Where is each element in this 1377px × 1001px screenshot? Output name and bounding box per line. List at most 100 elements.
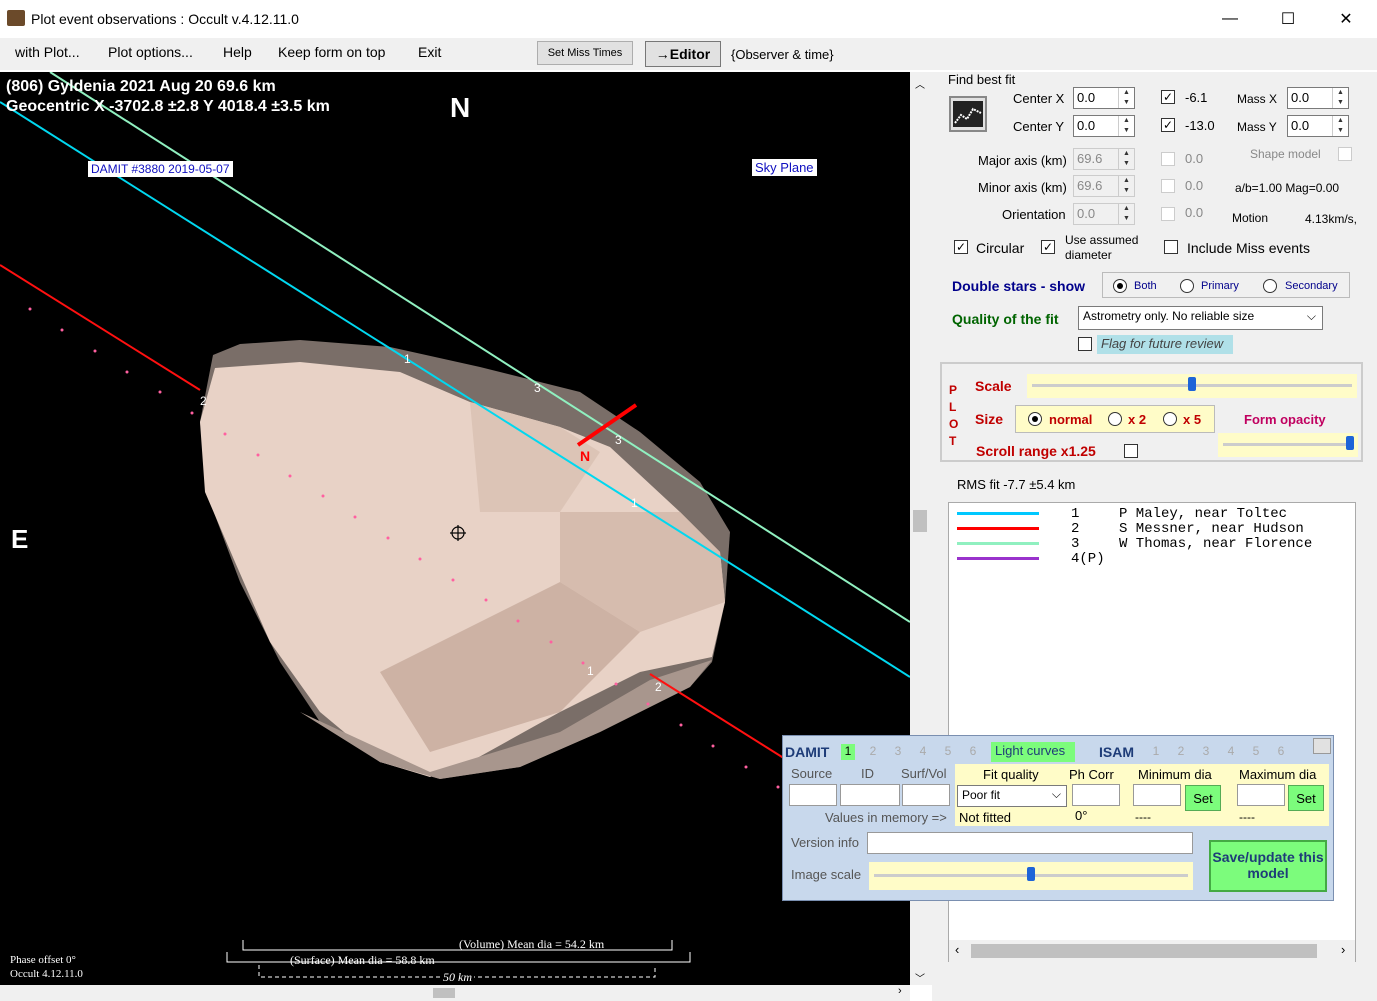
minimize-button[interactable]: — xyxy=(1201,0,1259,38)
major-axis-checkbox[interactable] xyxy=(1161,152,1175,166)
isam-model-1[interactable]: 1 xyxy=(1149,744,1163,760)
plot-panel: PLOT Scale Size normal x 2 x 5 Form opac… xyxy=(940,362,1363,462)
chord-label: 2 xyxy=(200,394,207,408)
ph-corr-value: 0° xyxy=(1075,808,1088,823)
version-info-field[interactable] xyxy=(867,832,1193,854)
shape-model-checkbox[interactable] xyxy=(1338,147,1352,161)
orientation-input[interactable]: 0.0 ▲ ▼ xyxy=(1073,203,1135,225)
source-field[interactable] xyxy=(789,784,837,806)
legend-scroll-thumb[interactable] xyxy=(971,944,1317,958)
include-miss-checkbox[interactable] xyxy=(1164,240,1178,254)
isam-model-5[interactable]: 5 xyxy=(1249,744,1263,760)
min-dia-value: ---- xyxy=(1135,810,1151,824)
scroll-right-icon[interactable]: › xyxy=(1341,942,1345,957)
double-stars-label: Double stars - show xyxy=(952,278,1086,294)
major-axis-input[interactable]: 69.6 ▲ ▼ xyxy=(1073,148,1135,170)
chord-label: 3 xyxy=(534,381,541,395)
set-max-dia-button[interactable]: Set xyxy=(1288,785,1324,811)
isam-model-6[interactable]: 6 xyxy=(1274,744,1288,760)
scroll-left-icon[interactable]: ‹ xyxy=(955,942,959,957)
center-x-input[interactable]: 0.0 ▲ ▼ xyxy=(1073,87,1135,109)
double-both-radio[interactable] xyxy=(1113,279,1127,293)
observer-time-link[interactable]: {Observer & time} xyxy=(731,47,834,62)
scroll-right-icon[interactable]: › xyxy=(898,985,902,997)
flag-review-checkbox[interactable] xyxy=(1078,337,1092,351)
menu-with-plot[interactable]: with Plot... xyxy=(15,44,80,60)
occult-version: Occult 4.12.11.0 xyxy=(10,968,83,980)
slider-thumb[interactable] xyxy=(1027,867,1035,881)
scroll-up-icon[interactable]: ︿ xyxy=(915,76,925,91)
editor-button[interactable]: →Editor xyxy=(645,41,721,67)
image-scale-label: Image scale xyxy=(791,867,862,882)
chart-icon xyxy=(953,101,983,127)
center-y-value: -13.0 xyxy=(1185,118,1215,133)
legend-hscroll[interactable]: ‹ › xyxy=(949,940,1355,962)
fit-quality-select[interactable]: Poor fit ⌵ xyxy=(957,785,1067,807)
size-normal-radio[interactable] xyxy=(1028,412,1042,426)
size-x5-radio[interactable] xyxy=(1163,412,1177,426)
circular-label: Circular xyxy=(976,240,1025,256)
damit-model-1[interactable]: 1 xyxy=(841,744,855,760)
menu-plot-options[interactable]: Plot options... xyxy=(108,44,193,60)
set-min-dia-button[interactable]: Set xyxy=(1185,785,1221,811)
isam-model-2[interactable]: 2 xyxy=(1174,744,1188,760)
damit-model-5[interactable]: 5 xyxy=(941,744,955,760)
circular-checkbox[interactable]: ✓ xyxy=(954,240,968,254)
maximize-button[interactable]: ☐ xyxy=(1259,0,1317,38)
minor-axis-input[interactable]: 69.6 ▲ ▼ xyxy=(1073,175,1135,197)
volume-dia-label: (Volume) Mean dia = 54.2 km xyxy=(459,937,605,951)
find-best-fit-button[interactable] xyxy=(949,96,987,132)
quality-select[interactable]: Astrometry only. No reliable size ⌵ xyxy=(1078,306,1323,330)
save-model-button[interactable]: Save/update this model xyxy=(1209,840,1327,892)
quality-label: Quality of the fit xyxy=(952,311,1059,327)
slider-thumb[interactable] xyxy=(1188,377,1196,391)
scroll-range-checkbox[interactable] xyxy=(1124,444,1138,458)
mass-x-label: Mass X xyxy=(1237,92,1278,106)
menu-help[interactable]: Help xyxy=(223,44,252,60)
double-primary-label: Primary xyxy=(1201,280,1239,292)
plot-canvas[interactable]: (806) Gyldenia 2021 Aug 20 69.6 km Geoce… xyxy=(0,72,910,985)
max-dia-field[interactable] xyxy=(1237,784,1285,806)
miss-marker-label: N xyxy=(580,448,591,464)
legend-num: 1 xyxy=(1071,506,1080,522)
close-button[interactable]: ✕ xyxy=(1317,0,1375,38)
minor-axis-checkbox[interactable] xyxy=(1161,179,1175,193)
hscroll-thumb[interactable] xyxy=(433,988,455,998)
damit-model-2[interactable]: 2 xyxy=(866,744,880,760)
isam-model-3[interactable]: 3 xyxy=(1199,744,1213,760)
use-assumed-checkbox[interactable]: ✓ xyxy=(1041,240,1055,254)
set-miss-times-button[interactable]: Set Miss Times xyxy=(537,41,633,65)
damit-model-3[interactable]: 3 xyxy=(891,744,905,760)
ab-mag-label: a/b=1.00 Mag=0.00 xyxy=(1235,181,1340,195)
center-y-checkbox[interactable]: ✓ xyxy=(1161,118,1175,132)
panel-toggle-button[interactable] xyxy=(1313,738,1331,754)
center-x-checkbox[interactable]: ✓ xyxy=(1161,90,1175,104)
double-secondary-radio[interactable] xyxy=(1263,279,1277,293)
damit-model-4[interactable]: 4 xyxy=(916,744,930,760)
slider-thumb[interactable] xyxy=(1346,436,1354,450)
scroll-down-icon[interactable]: ﹀ xyxy=(915,970,925,985)
orientation-checkbox[interactable] xyxy=(1161,207,1175,221)
damit-model-6[interactable]: 6 xyxy=(966,744,980,760)
horizontal-scrollbar[interactable]: › xyxy=(0,985,910,1001)
double-primary-radio[interactable] xyxy=(1180,279,1194,293)
isam-model-4[interactable]: 4 xyxy=(1224,744,1238,760)
double-both-label: Both xyxy=(1134,280,1157,292)
size-x2-radio[interactable] xyxy=(1108,412,1122,426)
scale-slider[interactable] xyxy=(1027,374,1357,398)
mass-y-input[interactable]: 0.0 ▲ ▼ xyxy=(1287,115,1349,137)
opacity-slider[interactable] xyxy=(1218,433,1358,457)
min-dia-field[interactable] xyxy=(1133,784,1181,806)
menu-exit[interactable]: Exit xyxy=(418,44,441,60)
surf-vol-field[interactable] xyxy=(902,784,950,806)
mass-x-input[interactable]: 0.0 ▲ ▼ xyxy=(1287,87,1349,109)
image-scale-slider[interactable] xyxy=(869,862,1193,890)
scroll-thumb[interactable] xyxy=(913,510,927,532)
size-normal-label: normal xyxy=(1049,412,1093,427)
center-y-input[interactable]: 0.0 ▲ ▼ xyxy=(1073,115,1135,137)
ph-corr-field[interactable] xyxy=(1072,784,1120,806)
menu-keep-on-top[interactable]: Keep form on top xyxy=(278,44,385,60)
light-curves-button[interactable]: Light curves xyxy=(991,742,1075,762)
id-field[interactable] xyxy=(840,784,900,806)
flag-review-label: Flag for future review xyxy=(1097,335,1233,354)
